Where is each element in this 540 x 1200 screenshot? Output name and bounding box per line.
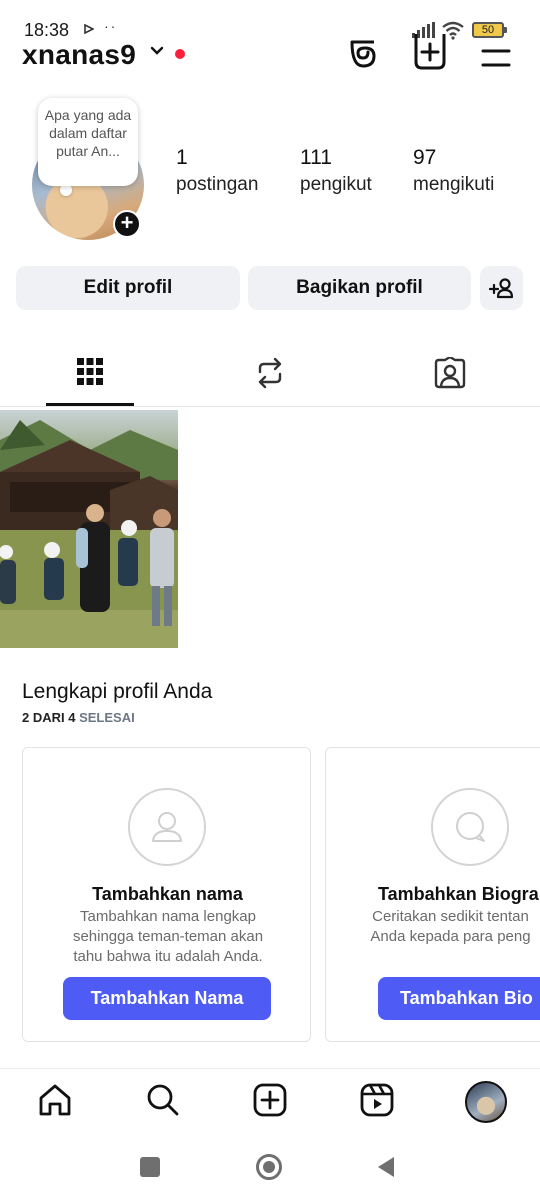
- add-bio-description-text: Ceritakan sedikit tentan Anda kepada par…: [370, 908, 531, 945]
- add-post-icon[interactable]: [414, 34, 446, 70]
- progress-count: 2 DARI 4: [22, 710, 76, 725]
- recents-button[interactable]: [140, 1157, 160, 1177]
- following-count[interactable]: 97: [413, 146, 436, 170]
- tagged-icon[interactable]: [434, 357, 466, 389]
- followers-label[interactable]: pengikut: [300, 174, 372, 196]
- share-profile-button[interactable]: Bagikan profil: [248, 266, 471, 310]
- reposts-icon[interactable]: [256, 357, 284, 389]
- create-icon[interactable]: [253, 1083, 287, 1117]
- home-icon[interactable]: [38, 1083, 72, 1117]
- play-icon: [84, 24, 94, 34]
- back-icon[interactable]: [376, 1156, 396, 1178]
- add-name-description: Tambahkan nama lengkap sehingga teman-te…: [72, 908, 264, 965]
- bottom-nav-divider: [0, 1068, 540, 1069]
- add-bio-title: Tambahkan Biogra: [378, 884, 539, 904]
- account-notification-dot: [175, 49, 185, 59]
- chevron-down-icon[interactable]: [150, 46, 164, 56]
- home-button-inner: [263, 1161, 275, 1173]
- progress-status: SELESAI: [79, 710, 135, 725]
- followers-count[interactable]: 111: [300, 146, 332, 170]
- add-bio-card: Tambahkan Biogra Ceritakan sedikit tenta…: [325, 747, 540, 1042]
- note-bubble[interactable]: Apa yang ada dalam daftar putar An...: [38, 98, 138, 186]
- status-time: 18:38: [24, 20, 70, 40]
- menu-icon[interactable]: [481, 48, 511, 70]
- posts-count[interactable]: 1: [176, 146, 188, 170]
- add-story-icon[interactable]: +: [113, 210, 141, 238]
- following-label[interactable]: mengikuti: [413, 174, 494, 196]
- profile-username[interactable]: xnanas9: [22, 40, 136, 70]
- add-name-title: Tambahkan nama: [92, 884, 243, 904]
- add-bio-description: Ceritakan sedikit tentan Anda kepada par…: [360, 907, 540, 947]
- edit-profile-button[interactable]: Edit profil: [16, 266, 240, 310]
- add-person-icon: [488, 278, 513, 299]
- complete-profile-title: Lengkapi profil Anda: [22, 680, 213, 703]
- status-bar: 18:38 ·· 50: [0, 0, 540, 40]
- post-photo: [0, 420, 178, 648]
- person-icon: [128, 788, 206, 866]
- threads-icon[interactable]: [348, 38, 378, 68]
- post-thumbnail[interactable]: [0, 410, 178, 648]
- add-name-button[interactable]: Tambahkan Nama: [63, 977, 271, 1020]
- discover-people-button[interactable]: [480, 266, 523, 310]
- tab-divider: [0, 406, 540, 407]
- add-bio-button[interactable]: Tambahkan Bio: [378, 977, 540, 1020]
- notification-dots: ··: [104, 18, 118, 34]
- grid-icon[interactable]: [77, 356, 103, 388]
- add-name-card: Tambahkan nama Tambahkan nama lengkap se…: [22, 747, 311, 1042]
- complete-profile-progress: 2 DARI 4 SELESAI: [22, 710, 135, 725]
- posts-label[interactable]: postingan: [176, 174, 258, 196]
- battery-tip: [504, 27, 507, 33]
- speech-bubble-icon: [431, 788, 509, 866]
- reels-icon[interactable]: [360, 1083, 394, 1117]
- battery-icon: 50: [472, 22, 504, 38]
- search-icon[interactable]: [146, 1083, 180, 1117]
- profile-tab-avatar[interactable]: [465, 1081, 507, 1123]
